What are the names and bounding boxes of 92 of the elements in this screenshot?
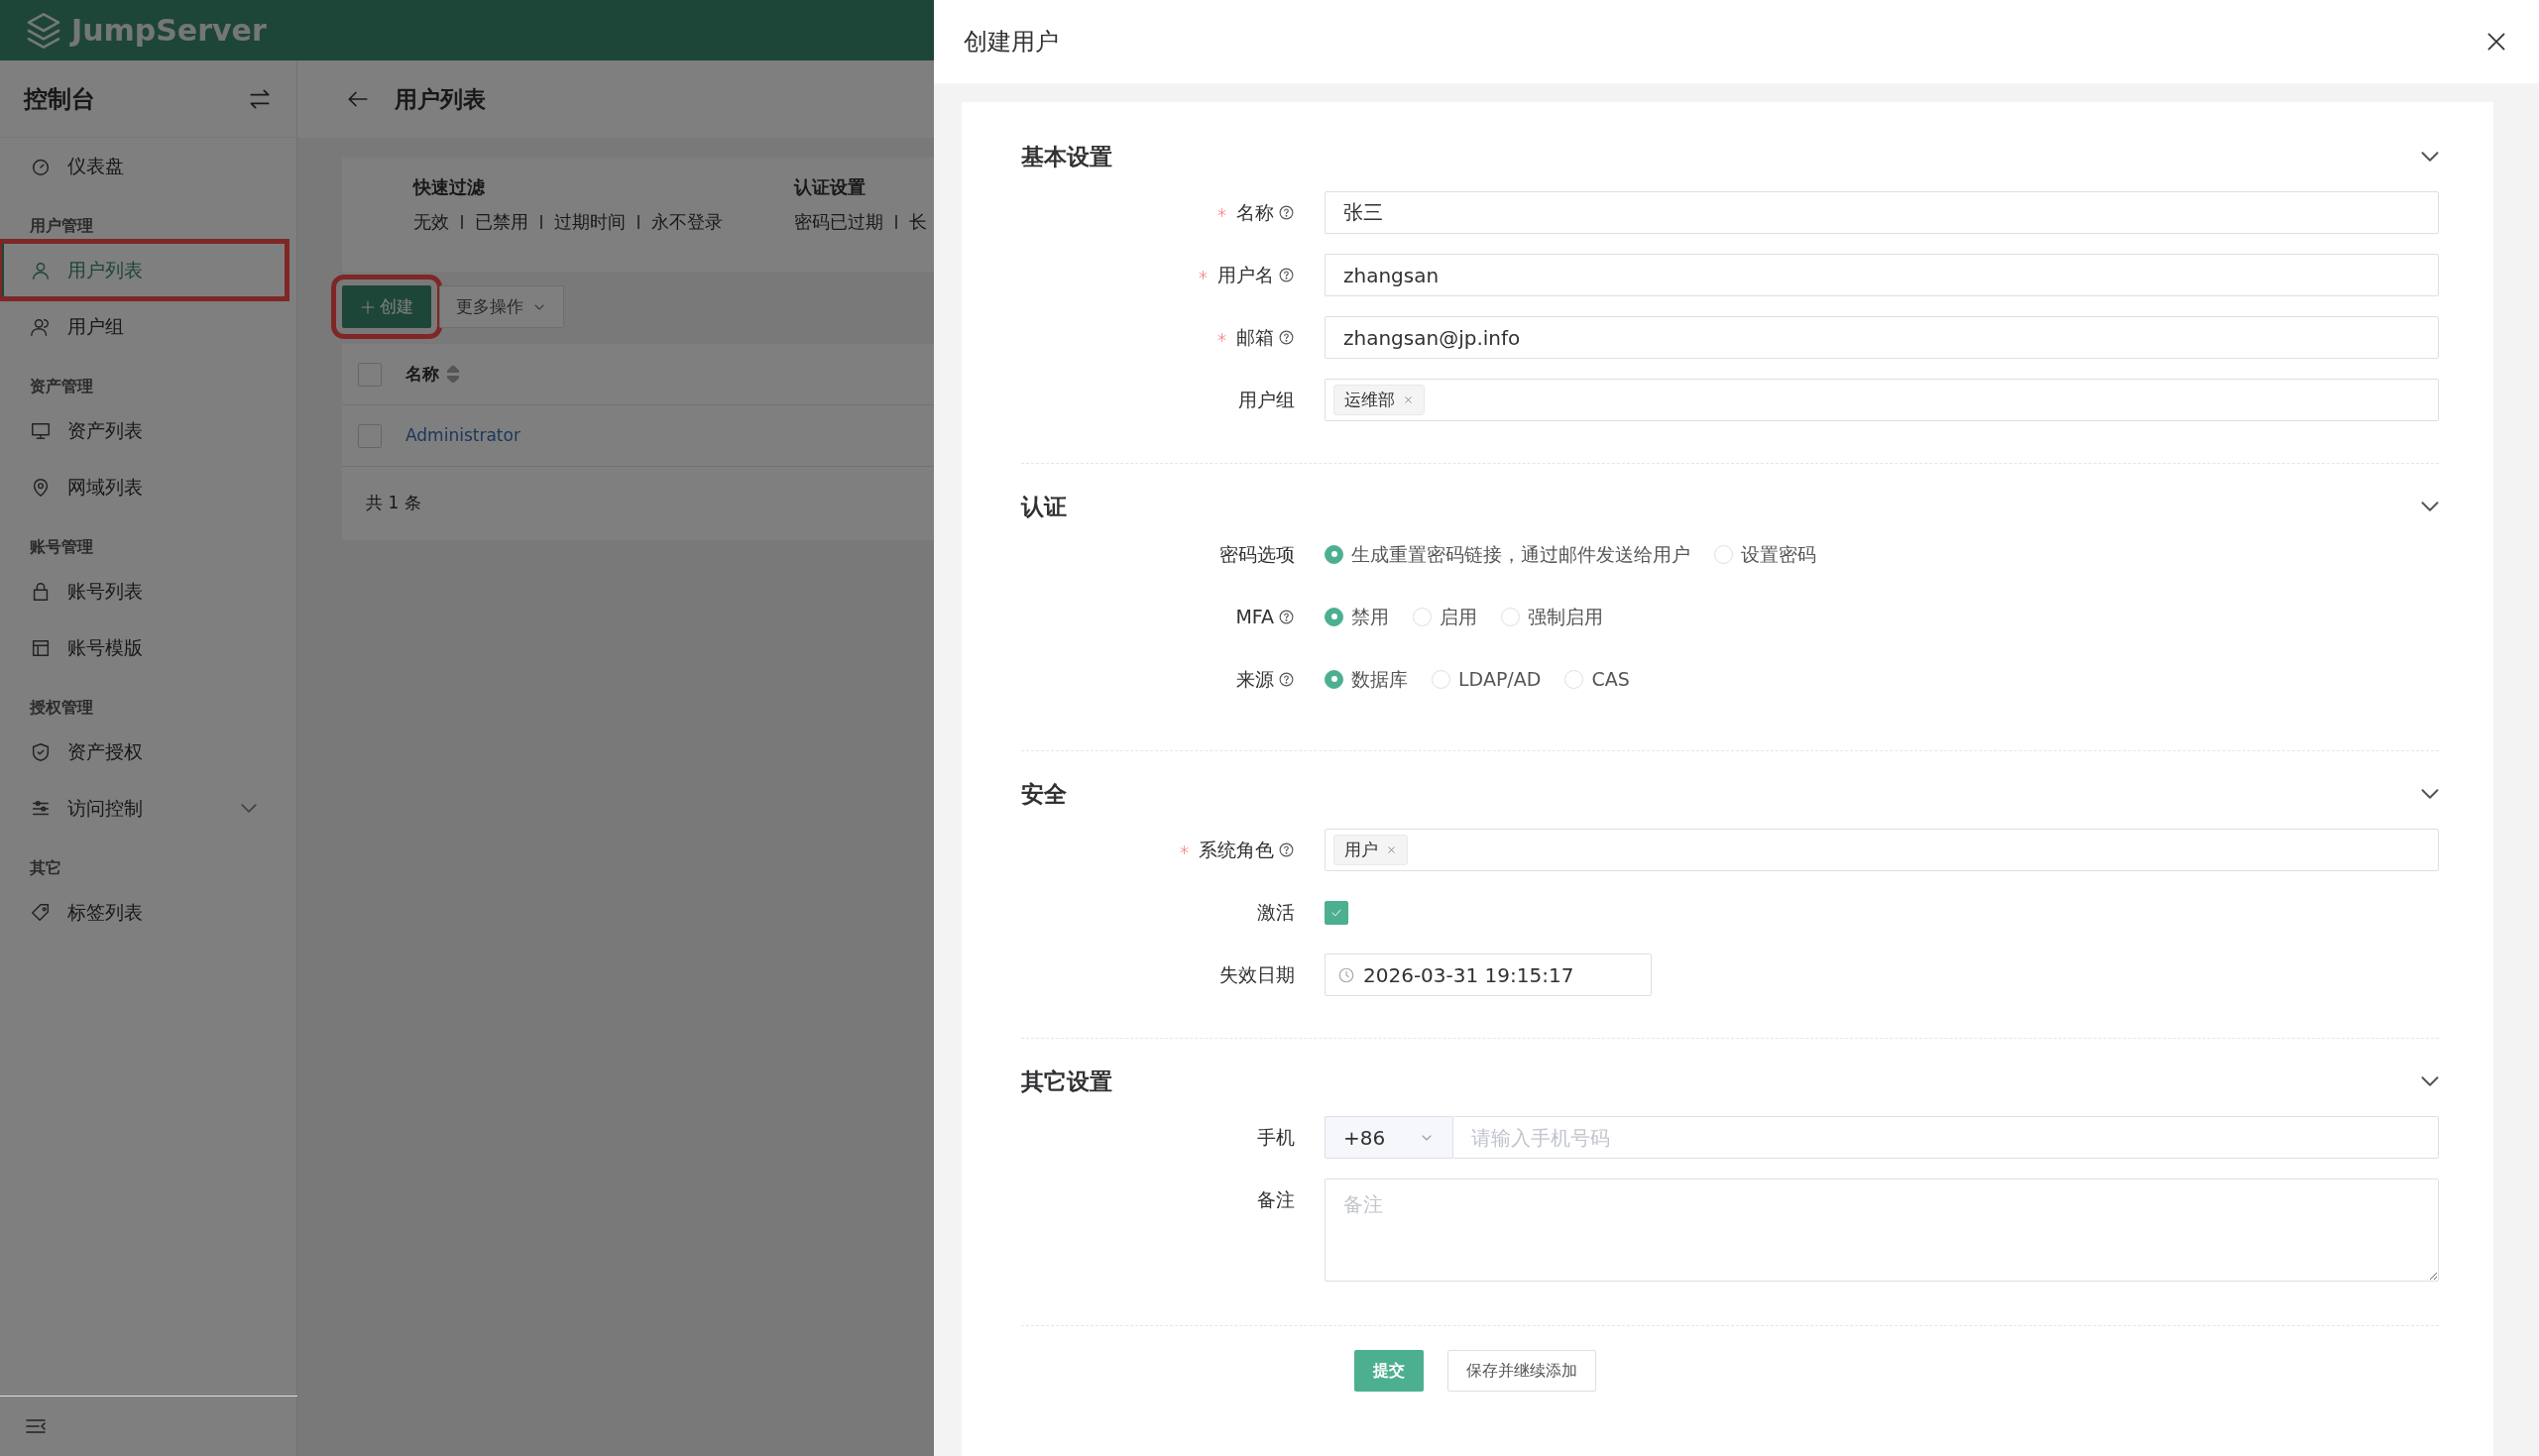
radio-label: LDAP/AD: [1458, 666, 1542, 692]
field-label: 来源: [1236, 666, 1274, 692]
field-label: 用户名: [1217, 263, 1274, 288]
filter-title: 认证设置: [794, 175, 866, 199]
plus-icon: [360, 298, 376, 315]
radio-option[interactable]: LDAP/AD: [1432, 664, 1542, 694]
radio-option[interactable]: CAS: [1564, 664, 1630, 694]
field-label: MFA: [1235, 604, 1274, 629]
radio-option[interactable]: 启用: [1413, 602, 1477, 631]
radio-option[interactable]: 设置密码: [1714, 539, 1816, 569]
submit-button[interactable]: 提交: [1354, 1350, 1424, 1392]
create-button[interactable]: 创建: [342, 285, 431, 328]
sidebar-title: 控制台: [24, 83, 95, 115]
brand-name: JumpServer: [71, 12, 267, 50]
chevron-icon[interactable]: [2421, 502, 2439, 511]
clock-icon: [1337, 965, 1355, 984]
field-label: 密码选项: [1219, 541, 1295, 567]
field-label: 系统角色: [1199, 838, 1274, 863]
tag-select-field[interactable]: 运维部: [1325, 379, 2439, 421]
text-field[interactable]: zhangsan@jp.info: [1325, 316, 2439, 359]
radio-option[interactable]: 禁用: [1325, 602, 1389, 631]
page-title: 用户列表: [395, 84, 486, 114]
tag-select-field[interactable]: 用户: [1325, 829, 2439, 871]
sidebar-heading: 用户管理: [29, 215, 94, 237]
select-all-checkbox[interactable]: [358, 362, 382, 387]
filter-option[interactable]: 已禁用: [475, 208, 528, 235]
radio-label: CAS: [1591, 666, 1630, 692]
column-header[interactable]: 名称: [405, 361, 459, 388]
row-checkbox[interactable]: [358, 423, 382, 448]
radio-button[interactable]: [1325, 669, 1343, 689]
radio-label: 生成重置密码链接，通过邮件发送给用户: [1351, 541, 1690, 567]
radio-label: 设置密码: [1741, 541, 1816, 567]
filter-option[interactable]: 无效: [413, 208, 449, 235]
radio-label: 禁用: [1351, 604, 1389, 629]
tag-label: 用户: [1344, 838, 1378, 861]
filter-option[interactable]: 密码已过期: [794, 208, 883, 235]
more-actions-dropdown[interactable]: 更多操作: [439, 285, 564, 328]
radio-label: 强制启用: [1528, 604, 1603, 629]
sidebar-heading: 资产管理: [29, 376, 94, 397]
chevron-icon: [241, 804, 257, 813]
sidebar-item[interactable]: 网域列表: [0, 459, 287, 515]
radio-button[interactable]: [1325, 607, 1343, 626]
radio-label: 数据库: [1351, 666, 1408, 692]
remark-field[interactable]: 备注: [1325, 1178, 2439, 1282]
save-and-add-button[interactable]: 保存并继续添加: [1447, 1350, 1596, 1392]
sidebar-item[interactable]: 用户组: [0, 298, 287, 355]
phone-field[interactable]: 请输入手机号码: [1453, 1116, 2439, 1159]
section-title: 安全: [1021, 779, 1067, 809]
filter-option[interactable]: 过期时间: [554, 208, 626, 235]
chevron-icon[interactable]: [2421, 789, 2439, 799]
sidebar-item[interactable]: 访问控制: [0, 780, 287, 837]
sidebar-heading: 其它: [29, 857, 62, 879]
radio-option[interactable]: 强制启用: [1501, 602, 1603, 631]
radio-button[interactable]: [1325, 544, 1343, 564]
field-label: 失效日期: [1219, 962, 1295, 988]
date-field[interactable]: 2026-03-31 19:15:17: [1325, 953, 1652, 996]
radio-option[interactable]: 生成重置密码链接，通过邮件发送给用户: [1325, 539, 1690, 569]
text-field[interactable]: zhangsan: [1325, 254, 2439, 296]
field-label: 名称: [1236, 200, 1274, 226]
section-title: 其它设置: [1021, 1066, 1112, 1096]
tag-icon: [30, 901, 52, 924]
drawer-title: 创建用户: [964, 27, 1059, 57]
user-link[interactable]: Administrator: [405, 422, 520, 449]
chevron-icon[interactable]: [2421, 152, 2439, 162]
sidebar-heading: 授权管理: [29, 697, 94, 719]
total-count: 共 1 条: [366, 493, 421, 512]
shield-icon: [30, 740, 52, 763]
section-title: 基本设置: [1021, 142, 1112, 171]
field-label: 备注: [1257, 1187, 1295, 1213]
sidebar-item[interactable]: 标签列表: [0, 884, 287, 941]
field-label: 激活: [1257, 900, 1295, 926]
sidebar-item[interactable]: 用户列表: [0, 242, 287, 298]
filter-option[interactable]: 永不登录: [651, 208, 723, 235]
sidebar-item[interactable]: 资产授权: [0, 724, 287, 780]
field-label: 手机: [1257, 1125, 1295, 1151]
country-code-select[interactable]: +86: [1325, 1116, 1453, 1159]
checkbox[interactable]: [1325, 900, 1348, 925]
text-field[interactable]: 张三: [1325, 191, 2439, 234]
sidebar-item[interactable]: 仪表盘: [0, 138, 287, 194]
filter-option[interactable]: 长: [909, 208, 927, 235]
radio-option[interactable]: 数据库: [1325, 664, 1408, 694]
sidebar-item[interactable]: 账号列表: [0, 563, 287, 619]
sidebar-heading: 账号管理: [29, 536, 94, 558]
section-title: 认证: [1021, 492, 1067, 521]
field-label: 用户组: [1238, 388, 1295, 413]
sidebar-item[interactable]: 资产列表: [0, 402, 287, 459]
radio-label: 启用: [1440, 604, 1477, 629]
field-label: 邮箱: [1236, 325, 1274, 351]
filter-title: 快速过滤: [413, 175, 486, 199]
chevron-icon[interactable]: [2421, 1076, 2439, 1086]
tag-label: 运维部: [1344, 388, 1395, 411]
sidebar-item[interactable]: 账号模版: [0, 619, 287, 676]
